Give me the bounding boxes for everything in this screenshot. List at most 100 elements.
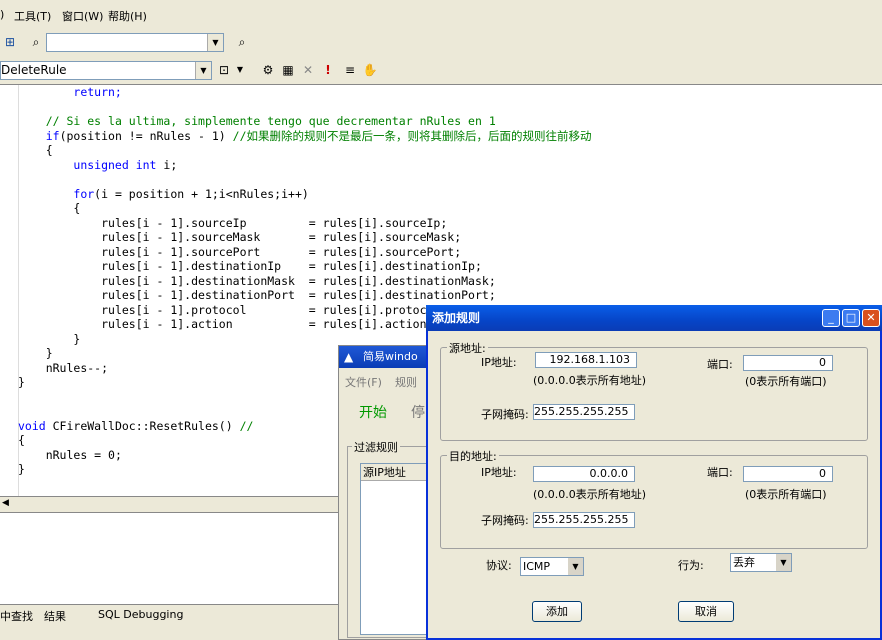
find-combo[interactable]: ▼	[46, 33, 224, 52]
code-token: rules[i - 1].sourceMask = rules[i].sourc…	[101, 230, 462, 244]
code-token: rules[i - 1].protocol = rules[i].protoco…	[101, 302, 448, 317]
code-line[interactable]: if(position != nRules - 1) //如果删除的规则不是最后…	[18, 129, 592, 144]
execute-icon[interactable]: !	[320, 62, 336, 78]
code-line[interactable]: for(i = position + 1;i<nRules;i++)	[18, 187, 592, 202]
filter-group: 过滤规则 源IP地址	[347, 439, 437, 638]
editor-horizontal-scrollbar[interactable]: ◀	[0, 496, 340, 512]
function-combo[interactable]: DeleteRule ▼	[0, 61, 212, 80]
source-port-hint: (0表示所有端口)	[745, 375, 827, 388]
menu-item-partial[interactable]: )	[0, 8, 4, 21]
code-line[interactable]: rules[i - 1].sourceIp = rules[i].sourceI…	[18, 216, 592, 231]
bg-menu-file[interactable]: 文件(F)	[345, 374, 382, 390]
chevron-down-icon[interactable]: ▼	[568, 558, 583, 575]
destination-mask-input[interactable]: 255.255.255.255	[533, 512, 635, 528]
code-token: {	[18, 433, 25, 447]
code-token: if	[45, 128, 60, 143]
bottom-strip	[0, 624, 340, 640]
code-line[interactable]: rules[i - 1].destinationMask = rules[i].…	[18, 274, 592, 289]
menu-bar: ) 工具(T) 窗口(W) 帮助(H)	[0, 0, 882, 26]
code-token: rules[i - 1].sourcePort = rules[i].sourc…	[101, 244, 462, 259]
code-line[interactable]: rules[i - 1].destinationPort = rules[i].…	[18, 288, 592, 303]
column-header-source-ip[interactable]: 源IP地址	[361, 464, 435, 481]
stop-button[interactable]: 停	[411, 402, 425, 422]
protocol-select[interactable]: ICMP ▼	[520, 557, 584, 576]
build-icon[interactable]: ▦	[280, 62, 296, 78]
code-token: {	[45, 143, 53, 157]
close-icon[interactable]: ✕	[862, 309, 880, 327]
code-line[interactable]: rules[i - 1].sourcePort = rules[i].sourc…	[18, 245, 592, 260]
background-window[interactable]: 简易windo ▲ 文件(F) 规则 开始 停 过滤规则 源IP地址	[338, 345, 438, 640]
tab-sql-debugging[interactable]: SQL Debugging	[98, 608, 183, 621]
code-line[interactable]: rules[i - 1].destinationIp = rules[i].de…	[18, 259, 592, 274]
source-mask-input[interactable]: 255.255.255.255	[533, 404, 635, 420]
code-line[interactable]: {	[18, 201, 592, 216]
code-line[interactable]: unsigned int i;	[18, 158, 592, 173]
find-in-files-icon[interactable]: ⌕	[234, 34, 250, 50]
code-token: // Si es la ultima, simplemente tengo qu…	[45, 114, 496, 128]
wizard-toolbar: DeleteRule ▼ ⊡ ▼ ⚙ ▦ ✕ ! ≡ ✋	[0, 58, 390, 84]
source-port-label: 端口:	[707, 358, 733, 371]
scroll-left-icon[interactable]: ◀	[2, 498, 9, 508]
destination-group-label: 目的地址:	[447, 448, 499, 464]
action-select[interactable]: 丢弃 ▼	[730, 553, 792, 572]
find-icon[interactable]: ⌕	[28, 34, 44, 50]
code-token: nRules = 0;	[45, 447, 122, 462]
chevron-down-icon[interactable]: ▼	[207, 34, 223, 51]
tab-results[interactable]: 结果	[44, 608, 66, 624]
minimize-icon[interactable]: _	[822, 309, 840, 327]
destination-address-group: 目的地址: IP地址: 0.0.0.0 (0.0.0.0表示所有地址) 端口: …	[440, 448, 868, 549]
code-token: (position != nRules - 1)	[59, 128, 233, 143]
code-token: void	[18, 418, 46, 433]
code-line[interactable]: return;	[18, 85, 592, 100]
go-icon[interactable]: ≡	[342, 62, 358, 78]
bg-menu-rules[interactable]: 规则	[395, 374, 417, 390]
destination-port-label: 端口:	[707, 466, 733, 479]
code-line[interactable]: {	[18, 143, 592, 158]
code-token: rules[i - 1].sourceIp = rules[i].sourceI…	[101, 215, 448, 230]
code-token: }	[73, 331, 81, 346]
breakpoint-hand-icon[interactable]: ✋	[362, 62, 378, 78]
menu-item-window[interactable]: 窗口(W)	[62, 8, 103, 24]
wizard-action-icon[interactable]: ⊡	[216, 62, 232, 78]
code-line[interactable]: rules[i - 1].sourceMask = rules[i].sourc…	[18, 230, 592, 245]
stop-build-icon[interactable]: ✕	[300, 62, 316, 78]
code-line[interactable]	[18, 172, 592, 187]
rules-list[interactable]: 源IP地址	[360, 463, 436, 635]
protocol-select-value: ICMP	[523, 560, 551, 573]
code-line[interactable]	[18, 100, 592, 115]
maximize-icon[interactable]: □	[842, 309, 860, 327]
chevron-down-icon[interactable]: ▼	[232, 62, 248, 78]
function-combo-value: DeleteRule	[1, 63, 67, 77]
destination-port-input[interactable]: 0	[743, 466, 833, 482]
code-line[interactable]: // Si es la ultima, simplemente tengo qu…	[18, 114, 592, 129]
chevron-down-icon[interactable]: ▼	[195, 62, 211, 79]
class-wizard-icon[interactable]: ⊞	[2, 34, 18, 50]
destination-ip-input[interactable]: 0.0.0.0	[533, 466, 635, 482]
code-token: rules[i - 1].destinationMask = rules[i].…	[101, 273, 496, 288]
source-ip-input[interactable]: 192.168.1.103	[535, 352, 637, 368]
add-button[interactable]: 添加	[532, 601, 582, 622]
start-button[interactable]: 开始	[359, 402, 387, 422]
menu-item-help[interactable]: 帮助(H)	[108, 8, 147, 24]
editor-gutter	[0, 85, 19, 496]
code-token: rules[i - 1].action = rules[i].action;	[101, 317, 434, 331]
cancel-button[interactable]: 取消	[678, 601, 734, 622]
menu-item-tools[interactable]: 工具(T)	[14, 8, 51, 24]
app-icon: ▲	[344, 350, 354, 364]
output-tabs: 中查找 结果 SQL Debugging	[0, 604, 340, 624]
source-port-input[interactable]: 0	[743, 355, 833, 371]
code-token: unsigned int	[73, 157, 157, 172]
tab-find[interactable]: 中查找	[0, 608, 33, 624]
code-token: i;	[156, 157, 178, 172]
chevron-down-icon[interactable]: ▼	[776, 554, 791, 571]
dialog-title: 添加规则	[426, 305, 882, 331]
destination-ip-hint: (0.0.0.0表示所有地址)	[533, 488, 647, 501]
action-select-value: 丢弃	[733, 556, 755, 569]
destination-ip-label: IP地址:	[481, 466, 517, 479]
compile-icon[interactable]: ⚙	[260, 62, 276, 78]
code-token: }	[45, 346, 53, 360]
